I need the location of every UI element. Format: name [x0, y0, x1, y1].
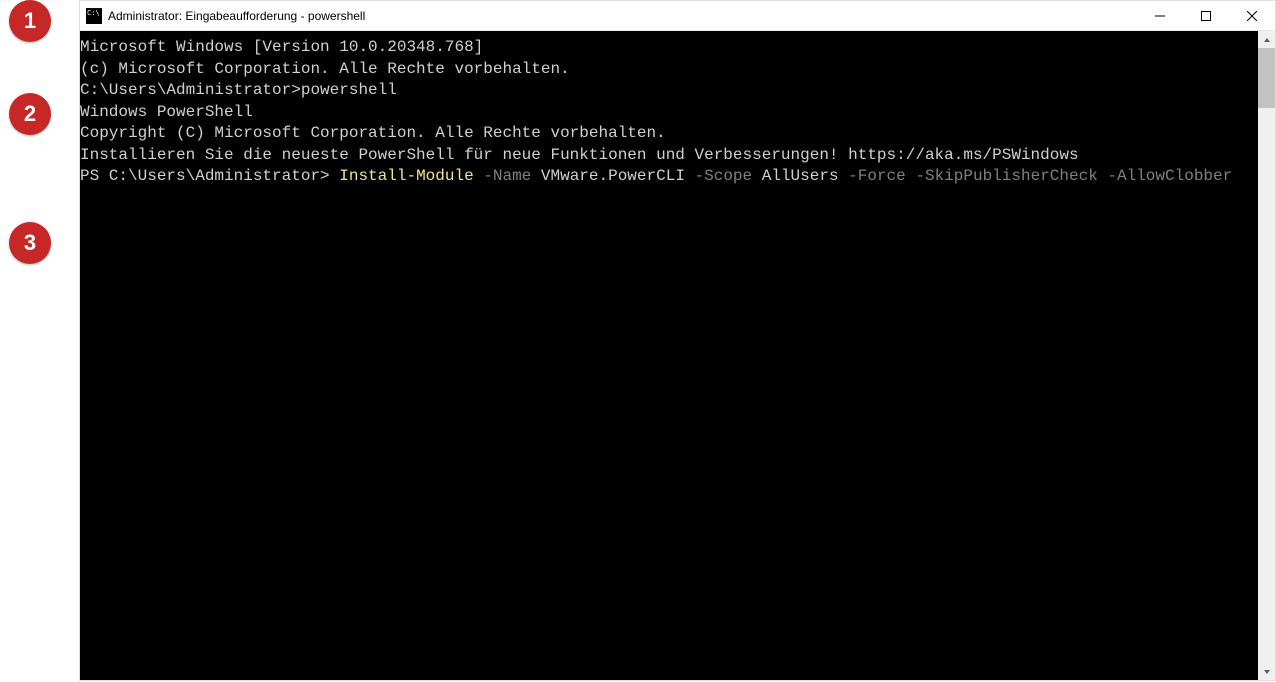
- scroll-down-button[interactable]: [1258, 663, 1275, 680]
- vertical-scrollbar[interactable]: [1258, 31, 1275, 680]
- cmd-icon: [86, 8, 102, 24]
- terminal-ps-line: PS C:\Users\Administrator> Install-Modul…: [80, 166, 1258, 188]
- ps-param-name: -Name: [474, 167, 541, 185]
- window-controls: [1137, 1, 1275, 30]
- ps-param-scope: -Scope: [685, 167, 762, 185]
- terminal-line: Copyright (C) Microsoft Corporation. All…: [80, 123, 1258, 145]
- ps-param-force: -Force: [839, 167, 906, 185]
- ps-cmdlet: Install-Module: [339, 167, 473, 185]
- minimize-icon: [1155, 11, 1165, 21]
- ps-prompt: PS C:\Users\Administrator>: [80, 167, 339, 185]
- close-button[interactable]: [1229, 1, 1275, 30]
- ps-param-allowclobber: -AllowClobber: [1098, 167, 1232, 185]
- terminal-line: Installieren Sie die neueste PowerShell …: [80, 145, 1258, 167]
- terminal-line: Microsoft Windows [Version 10.0.20348.76…: [80, 37, 1258, 59]
- callout-3: 3: [9, 222, 51, 264]
- terminal-output[interactable]: Microsoft Windows [Version 10.0.20348.76…: [80, 31, 1258, 680]
- minimize-button[interactable]: [1137, 1, 1183, 30]
- scroll-up-button[interactable]: [1258, 31, 1275, 48]
- chevron-up-icon: [1263, 36, 1271, 44]
- titlebar: Administrator: Eingabeaufforderung - pow…: [80, 1, 1275, 31]
- maximize-button[interactable]: [1183, 1, 1229, 30]
- terminal-line: (c) Microsoft Corporation. Alle Rechte v…: [80, 59, 1258, 81]
- ps-arg-scope: AllUsers: [762, 167, 839, 185]
- scroll-thumb[interactable]: [1258, 48, 1275, 108]
- callout-2: 2: [9, 93, 51, 135]
- window-title: Administrator: Eingabeaufforderung - pow…: [108, 9, 365, 23]
- client-area: Microsoft Windows [Version 10.0.20348.76…: [80, 31, 1275, 680]
- ps-arg-name: VMware.PowerCLI: [541, 167, 685, 185]
- scroll-track[interactable]: [1258, 48, 1275, 663]
- terminal-window: Administrator: Eingabeaufforderung - pow…: [79, 0, 1276, 681]
- terminal-line: Windows PowerShell: [80, 102, 1258, 124]
- chevron-down-icon: [1263, 668, 1271, 676]
- maximize-icon: [1201, 11, 1211, 21]
- close-icon: [1247, 11, 1257, 21]
- ps-param-skippublishercheck: -SkipPublisherCheck: [906, 167, 1098, 185]
- terminal-line: C:\Users\Administrator>powershell: [80, 80, 1258, 102]
- callout-1: 1: [9, 0, 51, 42]
